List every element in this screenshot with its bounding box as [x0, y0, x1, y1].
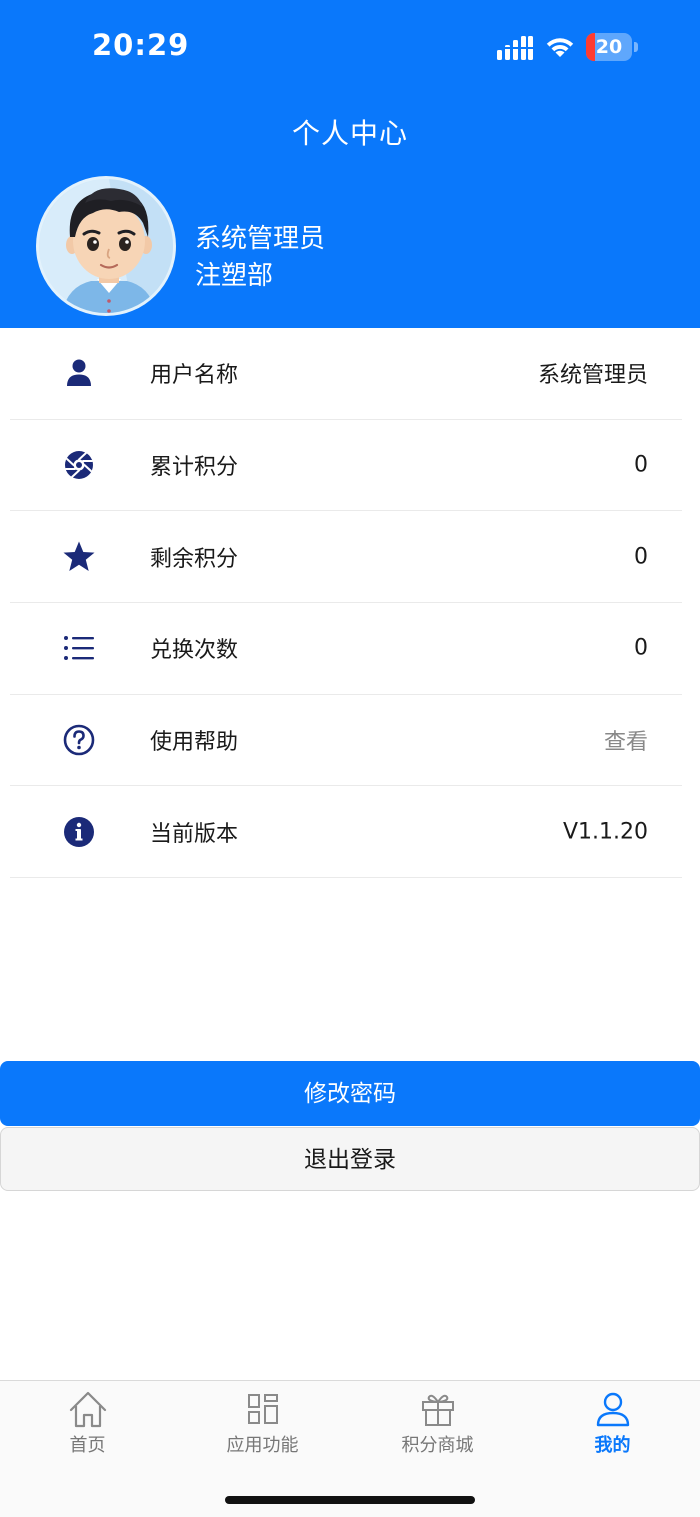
- home-icon: [69, 1391, 106, 1428]
- battery-level: 20: [595, 36, 623, 58]
- list-item-redeem-count: 兑换次数 0: [10, 603, 682, 695]
- profile-screen: 20:29 20 个人中心 系统管理员 注塑部 用户名称 系统管理员 累计积分 …: [0, 0, 700, 1517]
- item-label: 兑换次数: [150, 638, 239, 664]
- item-label: 使用帮助: [150, 730, 239, 756]
- star-icon: [62, 540, 96, 574]
- battery-icon: 20: [586, 33, 638, 61]
- profile-icon: [596, 1392, 629, 1427]
- battery-tip: [634, 42, 638, 52]
- tab-apps[interactable]: 应用功能: [175, 1389, 350, 1461]
- info-icon: [62, 815, 96, 849]
- logout-button[interactable]: 退出登录: [0, 1127, 700, 1191]
- item-label: 当前版本: [150, 821, 239, 847]
- list-item-version: 当前版本 V1.1.20: [10, 786, 682, 879]
- item-label: 累计积分: [150, 455, 239, 481]
- version-value: V1.1.20: [562, 819, 648, 845]
- view-help-link[interactable]: 查看: [604, 724, 648, 756]
- home-indicator[interactable]: [225, 1496, 475, 1504]
- tab-points-mall[interactable]: 积分商城: [350, 1389, 525, 1461]
- change-password-button[interactable]: 修改密码: [0, 1061, 700, 1126]
- profile-header: 20:29 20 个人中心 系统管理员 注塑部: [0, 0, 700, 328]
- page-title: 个人中心: [291, 117, 408, 150]
- remaining-points-value: 0: [634, 544, 648, 570]
- total-points-value: 0: [634, 452, 648, 478]
- grid-icon: [247, 1394, 278, 1424]
- tab-mine[interactable]: 我的: [525, 1389, 700, 1461]
- help-icon: [62, 723, 96, 757]
- tab-home[interactable]: 首页: [0, 1389, 175, 1461]
- battery-body: 20: [586, 33, 632, 61]
- list-item-help[interactable]: 使用帮助 查看: [10, 695, 682, 787]
- list-item-total-points: 累计积分 0: [10, 420, 682, 512]
- avatar-image: [39, 179, 173, 313]
- list-item-username: 用户名称 系统管理员: [10, 328, 682, 420]
- wifi-icon: [546, 38, 574, 57]
- item-label: 用户名称: [150, 363, 239, 389]
- item-label: 剩余积分: [150, 546, 239, 572]
- gift-icon: [421, 1394, 454, 1426]
- header-department: 注塑部: [195, 261, 274, 291]
- header-user-name: 系统管理员: [195, 224, 326, 254]
- list-item-remaining-points: 剩余积分 0: [10, 511, 682, 604]
- tab-label: 我的: [594, 1435, 631, 1456]
- redeem-count-value: 0: [634, 635, 648, 661]
- profile-info-list: 用户名称 系统管理员 累计积分 0 剩余积分 0 兑换次数 0 使用帮助 查看 …: [0, 328, 700, 879]
- status-bar: 20:29 20: [0, 0, 700, 95]
- avatar[interactable]: [36, 176, 176, 316]
- tab-label: 应用功能: [226, 1435, 299, 1456]
- signal-icon: [497, 36, 533, 60]
- status-time: 20:29: [92, 28, 190, 62]
- user-icon: [62, 356, 96, 390]
- username-value: 系统管理员: [537, 363, 648, 389]
- aperture-icon: [62, 448, 96, 482]
- tab-label: 积分商城: [401, 1435, 474, 1456]
- tab-label: 首页: [69, 1435, 106, 1456]
- list-icon: [62, 631, 96, 665]
